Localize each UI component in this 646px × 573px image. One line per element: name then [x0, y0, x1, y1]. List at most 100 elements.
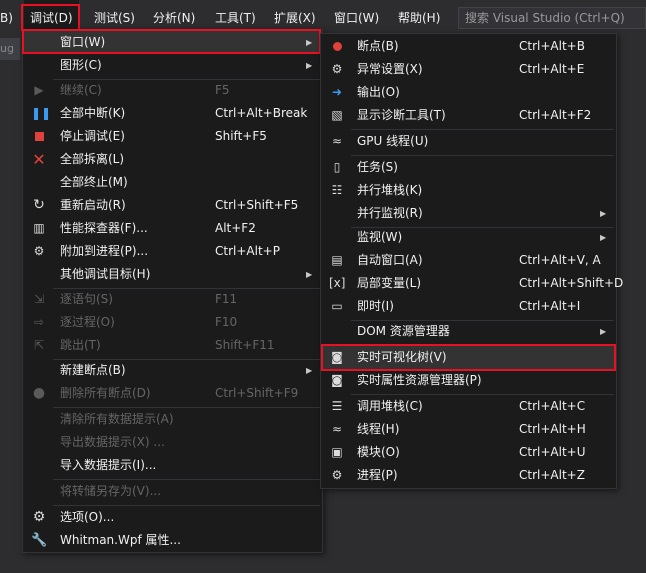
submenu-arrow-icon: ▶ [600, 233, 607, 242]
menu-item-label: 选项(O)... [60, 510, 115, 524]
menu-item-label: 附加到进程(P)... [60, 244, 149, 258]
window-item-parallel-watch[interactable]: 并行监视(R) ▶ [321, 202, 616, 225]
step-over-icon: ⇨ [33, 315, 45, 329]
menu-item-label: 重新启动(R) [60, 198, 126, 212]
gear-icon: ⚙ [32, 509, 46, 525]
menu-item-label: 全部终止(M) [60, 175, 128, 189]
menu-item-shortcut: F5 [215, 83, 230, 97]
restart-icon: ↻ [33, 197, 45, 213]
debug-item-save-dump[interactable]: 将转储另存为(V)... [23, 480, 322, 503]
menu-item-label: 进程(P) [357, 468, 398, 482]
submenu-arrow-icon: ▶ [600, 209, 607, 218]
debug-item-terminate-all[interactable]: 全部终止(M) [23, 171, 322, 194]
window-item-parallel-stacks[interactable]: ☷ 并行堆栈(K) [321, 179, 616, 202]
debug-item-detach-all[interactable]: ✕ 全部拆离(L) [23, 148, 322, 171]
debug-item-properties[interactable]: 🔧 Whitman.Wpf 属性... [23, 529, 322, 552]
breakpoints-icon [329, 39, 345, 54]
menu-item-label: 模块(O) [357, 445, 400, 459]
debug-item-delete-breakpoints[interactable]: ● 删除所有断点(D) Ctrl+Shift+F9 [23, 382, 322, 405]
window-item-dom-explorer[interactable]: DOM 资源管理器 ▶ [321, 320, 616, 343]
menu-item-shortcut: Ctrl+Alt+H [519, 422, 586, 436]
menu-item-label: 并行监视(R) [357, 206, 423, 220]
menu-item-shortcut: Ctrl+Alt+B [519, 39, 585, 53]
exception-settings-icon: ⚙ [331, 62, 343, 76]
submenu-arrow-icon: ▶ [306, 270, 313, 279]
menu-window[interactable]: 窗口(W) [328, 0, 385, 34]
menu-item-label: 导出数据提示(X) ... [60, 435, 165, 449]
window-item-autos[interactable]: ▤ 自动窗口(A) Ctrl+Alt+V, A [321, 249, 616, 272]
menu-item-shortcut: Ctrl+Shift+F5 [215, 198, 299, 212]
debug-item-import-datatips[interactable]: 导入数据提示(I)... [23, 454, 322, 477]
submenu-arrow-icon: ▶ [306, 61, 313, 70]
window-item-processes[interactable]: ⚙ 进程(P) Ctrl+Alt+Z [321, 464, 616, 487]
window-item-diagnostics[interactable]: ▧ 显示诊断工具(T) Ctrl+Alt+F2 [321, 104, 616, 127]
window-item-output[interactable]: ➜ 输出(O) [321, 81, 616, 104]
menu-item-label: 自动窗口(A) [357, 253, 423, 267]
search-input[interactable]: 搜索 Visual Studio (Ctrl+Q) [458, 7, 646, 29]
window-item-live-property-explorer[interactable]: ◙ 实时属性资源管理器(P) [321, 369, 616, 392]
debug-item-other-targets[interactable]: 其他调试目标(H) ▶ [23, 263, 322, 286]
debug-item-export-datatips[interactable]: 导出数据提示(X) ... [23, 431, 322, 454]
autos-icon: ▤ [331, 253, 343, 267]
menu-item-label: 异常设置(X) [357, 62, 423, 76]
menu-item-label: 显示诊断工具(T) [357, 108, 446, 122]
detach-icon: ✕ [32, 150, 46, 169]
menu-item-label: 实时属性资源管理器(P) [357, 373, 482, 387]
debug-item-step-out[interactable]: ⇱ 跳出(T) Shift+F11 [23, 334, 322, 357]
menu-item-shortcut: Shift+F5 [215, 129, 267, 143]
debug-item-clear-datatips[interactable]: 清除所有数据提示(A) [23, 408, 322, 431]
menu-item-shortcut: Ctrl+Alt+P [215, 244, 280, 258]
menu-item-label: 导入数据提示(I)... [60, 458, 157, 472]
window-item-threads[interactable]: ≈ 线程(H) Ctrl+Alt+H [321, 418, 616, 441]
menu-help[interactable]: 帮助(H) [392, 0, 446, 34]
debug-item-options[interactable]: ⚙ 选项(O)... [23, 506, 322, 529]
modules-icon: ▣ [331, 445, 343, 459]
menu-item-shortcut: Ctrl+Alt+C [519, 399, 586, 413]
menu-item-label: 断点(B) [357, 39, 399, 53]
immediate-icon: ▭ [331, 299, 343, 313]
window-item-breakpoints[interactable]: 断点(B) Ctrl+Alt+B [321, 35, 616, 58]
debug-item-break-all[interactable]: ❚❚ 全部中断(K) Ctrl+Alt+Break [23, 102, 322, 125]
menu-item-label: 并行堆栈(K) [357, 183, 423, 197]
menu-item-label: 性能探查器(F)... [60, 221, 148, 235]
menu-item-shortcut: F11 [215, 292, 238, 306]
menu-item-label: 输出(O) [357, 85, 400, 99]
debug-item-attach[interactable]: ⚙ 附加到进程(P)... Ctrl+Alt+P [23, 240, 322, 263]
window-item-watch[interactable]: 监视(W) ▶ [321, 226, 616, 249]
wrench-icon: 🔧 [31, 533, 48, 548]
menu-item-shortcut: Alt+F2 [215, 221, 256, 235]
diagnostics-icon: ▧ [331, 108, 343, 122]
debug-item-continue[interactable]: ▶ 继续(C) F5 [23, 79, 322, 102]
window-item-exception-settings[interactable]: ⚙ 异常设置(X) Ctrl+Alt+E [321, 58, 616, 81]
window-item-gpu-threads[interactable]: ≈ GPU 线程(U) [321, 130, 616, 153]
menu-item-label: 全部拆离(L) [60, 152, 125, 166]
window-item-immediate[interactable]: ▭ 即时(I) Ctrl+Alt+I [321, 295, 616, 318]
debug-item-step-into[interactable]: ⇲ 逐语句(S) F11 [23, 288, 322, 311]
debug-item-stop[interactable]: 停止调试(E) Shift+F5 [23, 125, 322, 148]
menu-item-label: 跳出(T) [60, 338, 101, 352]
menu-item-label: GPU 线程(U) [357, 134, 429, 148]
menu-item-label: 即时(I) [357, 299, 394, 313]
stop-icon [31, 129, 47, 144]
debug-item-new-breakpoint[interactable]: 新建断点(B) ▶ [23, 359, 322, 382]
debug-item-profiler[interactable]: ▥ 性能探查器(F)... Alt+F2 [23, 217, 322, 240]
debug-item-graphics[interactable]: 图形(C) ▶ [23, 54, 322, 77]
menu-item-label: 其他调试目标(H) [60, 267, 151, 281]
debug-item-step-over[interactable]: ⇨ 逐过程(O) F10 [23, 311, 322, 334]
threads-icon: ≈ [331, 422, 343, 436]
gpu-threads-icon: ≈ [331, 134, 343, 148]
menu-item-label: 线程(H) [357, 422, 400, 436]
menu-item-label: 清除所有数据提示(A) [60, 412, 174, 426]
menu-item-shortcut: Ctrl+Alt+Break [215, 106, 308, 120]
menu-build-partial[interactable]: B) [0, 0, 19, 34]
window-item-call-stack[interactable]: ☰ 调用堆栈(C) Ctrl+Alt+C [321, 395, 616, 418]
window-item-tasks[interactable]: ▯ 任务(S) [321, 156, 616, 179]
menu-item-shortcut: Ctrl+Shift+F9 [215, 386, 299, 400]
window-item-locals[interactable]: [x] 局部变量(L) Ctrl+Alt+Shift+D [321, 272, 623, 295]
document-tab[interactable]: ug [0, 38, 20, 60]
debug-item-restart[interactable]: ↻ 重新启动(R) Ctrl+Shift+F5 [23, 194, 322, 217]
step-into-icon: ⇲ [33, 292, 45, 306]
menu-item-label: 任务(S) [357, 160, 398, 174]
step-out-icon: ⇱ [33, 338, 45, 352]
window-item-modules[interactable]: ▣ 模块(O) Ctrl+Alt+U [321, 441, 616, 464]
